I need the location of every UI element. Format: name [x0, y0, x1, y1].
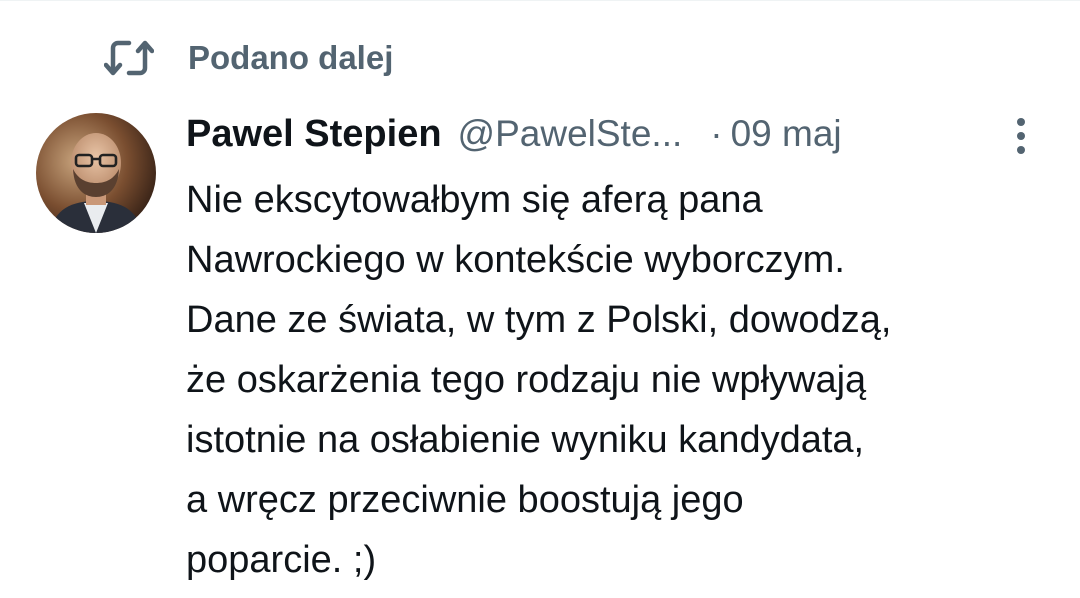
repost-icon: [104, 36, 156, 80]
post-content: Pawel Stepien @PawelSte... · 09 maj Nie …: [186, 106, 1046, 590]
avatar-photo: [36, 113, 156, 233]
post-timestamp[interactable]: 09 maj: [731, 113, 842, 155]
repost-indicator: Podano dalej: [104, 36, 393, 80]
post-text: Nie ekscytowałbym się aferą pana Nawrock…: [186, 170, 1046, 590]
repost-label: Podano dalej: [188, 39, 394, 76]
post-text-line: poparcie. ;): [186, 539, 377, 581]
post-card[interactable]: Podano dalej Pawel Stepien @PawelSte... …: [0, 0, 1080, 598]
post-text-line: istotnie na osłabienie wyniku kandydata,: [186, 419, 865, 461]
author-display-name[interactable]: Pawel Stepien: [186, 113, 442, 156]
avatar[interactable]: [36, 113, 156, 233]
post-text-line: a wręcz przeciwnie boostują jego: [186, 479, 744, 521]
author-handle[interactable]: @PawelSte...: [458, 113, 683, 155]
more-vertical-icon: [1015, 116, 1027, 161]
post-text-line: Nawrockiego w kontekście wyborczym.: [186, 239, 845, 281]
more-options-button[interactable]: [1003, 116, 1039, 160]
post-header: Pawel Stepien @PawelSte... · 09 maj: [186, 106, 1046, 162]
divider: [0, 0, 1080, 1]
separator-dot: ·: [710, 113, 723, 154]
post-text-line: Nie ekscytowałbym się aferą pana: [186, 179, 763, 221]
post-text-line: Dane ze świata, w tym z Polski, dowodzą,: [186, 299, 892, 341]
post-text-line: że oskarżenia tego rodzaju nie wpływają: [186, 359, 867, 401]
